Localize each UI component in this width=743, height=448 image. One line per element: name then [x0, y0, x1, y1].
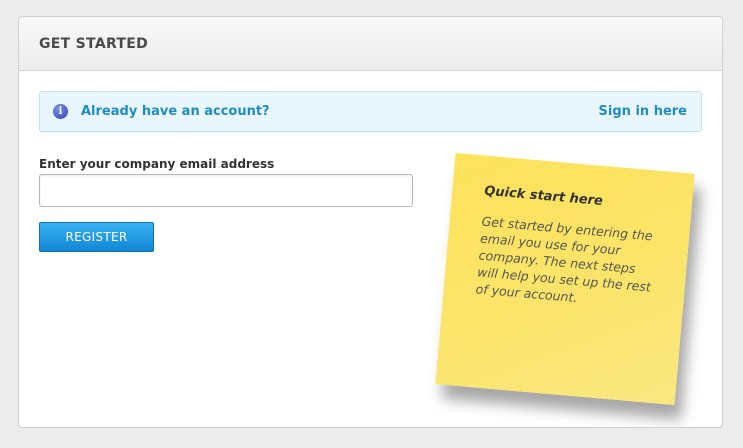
info-icon: i — [53, 104, 68, 119]
register-button[interactable]: REGISTER — [39, 222, 154, 252]
account-info-bar: i Already have an account? Sign in here — [39, 91, 702, 132]
email-field[interactable] — [39, 174, 413, 207]
sign-in-link[interactable]: Sign in here — [599, 104, 687, 119]
email-field-label: Enter your company email address — [39, 157, 275, 171]
panel-title: GET STARTED — [39, 35, 149, 52]
sticky-note-paper: Quick start here Get started by entering… — [435, 152, 695, 406]
panel-header: GET STARTED — [19, 17, 722, 71]
info-text: Already have an account? — [81, 104, 270, 119]
sticky-note-body: Get started by entering the email you us… — [475, 213, 654, 306]
sticky-note-title: Quick start here — [483, 183, 604, 209]
quick-start-sticky-note: Quick start here Get started by entering… — [435, 152, 695, 406]
get-started-panel: GET STARTED i Already have an account? S… — [18, 16, 723, 428]
